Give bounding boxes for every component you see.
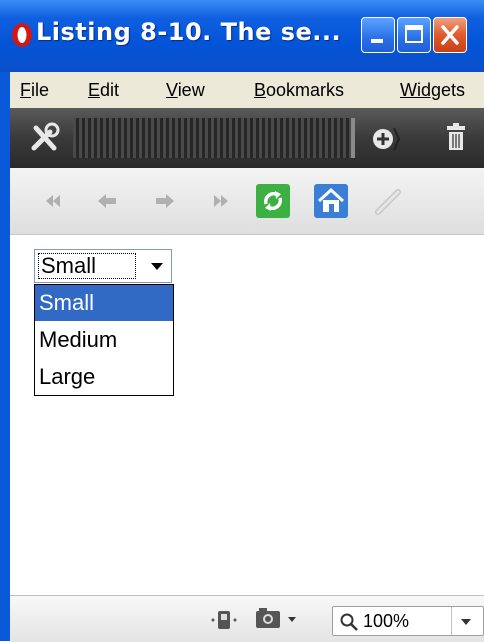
option-large[interactable]: Large	[35, 359, 173, 395]
menu-edit-label: dit	[100, 80, 120, 100]
size-select-value: Small	[38, 253, 136, 279]
navigation-toolbar	[10, 168, 484, 235]
zoom-divider	[451, 607, 452, 635]
minimize-icon	[371, 39, 383, 43]
menu-bookmarks-mnemonic: B	[254, 80, 267, 100]
size-select[interactable]: Small	[34, 249, 172, 283]
browser-window: Listing 8-10. The se... File Edit View B…	[0, 0, 484, 642]
add-circle-icon[interactable]	[370, 126, 401, 156]
window-title: Listing 8-10. The se...	[36, 18, 342, 46]
reload-icon[interactable]	[256, 184, 290, 218]
wrench-icon[interactable]	[28, 122, 62, 158]
menu-view-label: iew	[177, 80, 205, 100]
tab-strip-divider	[351, 118, 355, 158]
chevron-down-icon	[151, 263, 163, 270]
size-dropdown-list: Small Medium Large	[34, 284, 174, 396]
menu-view[interactable]: View	[166, 80, 205, 101]
menu-file-mnemonic: F	[20, 80, 31, 100]
rewind-icon[interactable]	[38, 186, 68, 216]
menu-widgets[interactable]: Widgets	[400, 80, 465, 101]
maximize-button[interactable]	[397, 17, 431, 53]
option-medium[interactable]: Medium	[35, 322, 173, 358]
status-bar: 100%	[10, 595, 484, 642]
tab-strip[interactable]	[73, 118, 353, 158]
opera-logo-icon	[10, 21, 34, 49]
menu-widgets-mnemonic: Widg	[400, 80, 442, 100]
option-small[interactable]: Small	[35, 285, 173, 321]
trash-icon[interactable]	[444, 122, 468, 158]
maximize-icon	[405, 25, 423, 43]
magnifier-icon	[339, 612, 359, 636]
menu-bookmarks-label: ookmarks	[266, 80, 345, 100]
menu-bar: File Edit View Bookmarks Widgets	[10, 72, 484, 109]
tab-toolbar	[10, 108, 484, 168]
back-arrow-icon[interactable]	[92, 186, 122, 216]
zoom-control[interactable]: 100%	[332, 606, 484, 636]
menu-view-mnemonic: V	[166, 80, 178, 100]
menu-file[interactable]: File	[20, 80, 49, 101]
fast-forward-icon[interactable]	[206, 186, 236, 216]
menu-edit-mnemonic: E	[88, 80, 101, 100]
window-client: File Edit View Bookmarks Widgets Small S…	[10, 72, 484, 642]
menu-file-label: ile	[31, 80, 50, 100]
menu-edit[interactable]: Edit	[88, 80, 119, 101]
close-icon	[441, 25, 459, 45]
title-bar[interactable]: Listing 8-10. The se...	[0, 0, 484, 72]
chevron-down-icon[interactable]	[461, 619, 471, 625]
menu-widgets-label: ets	[441, 80, 466, 100]
page-content: Small Small Medium Large	[10, 235, 484, 595]
menu-bookmarks[interactable]: Bookmarks	[254, 80, 344, 101]
home-icon[interactable]	[314, 184, 348, 218]
minimize-button[interactable]	[361, 17, 395, 53]
forward-arrow-icon[interactable]	[150, 186, 180, 216]
close-button[interactable]	[433, 17, 467, 53]
camera-icon[interactable]	[254, 606, 304, 636]
panel-toggle-icon[interactable]	[210, 608, 238, 636]
edit-pencil-icon[interactable]	[372, 184, 406, 218]
zoom-level: 100%	[363, 611, 410, 631]
